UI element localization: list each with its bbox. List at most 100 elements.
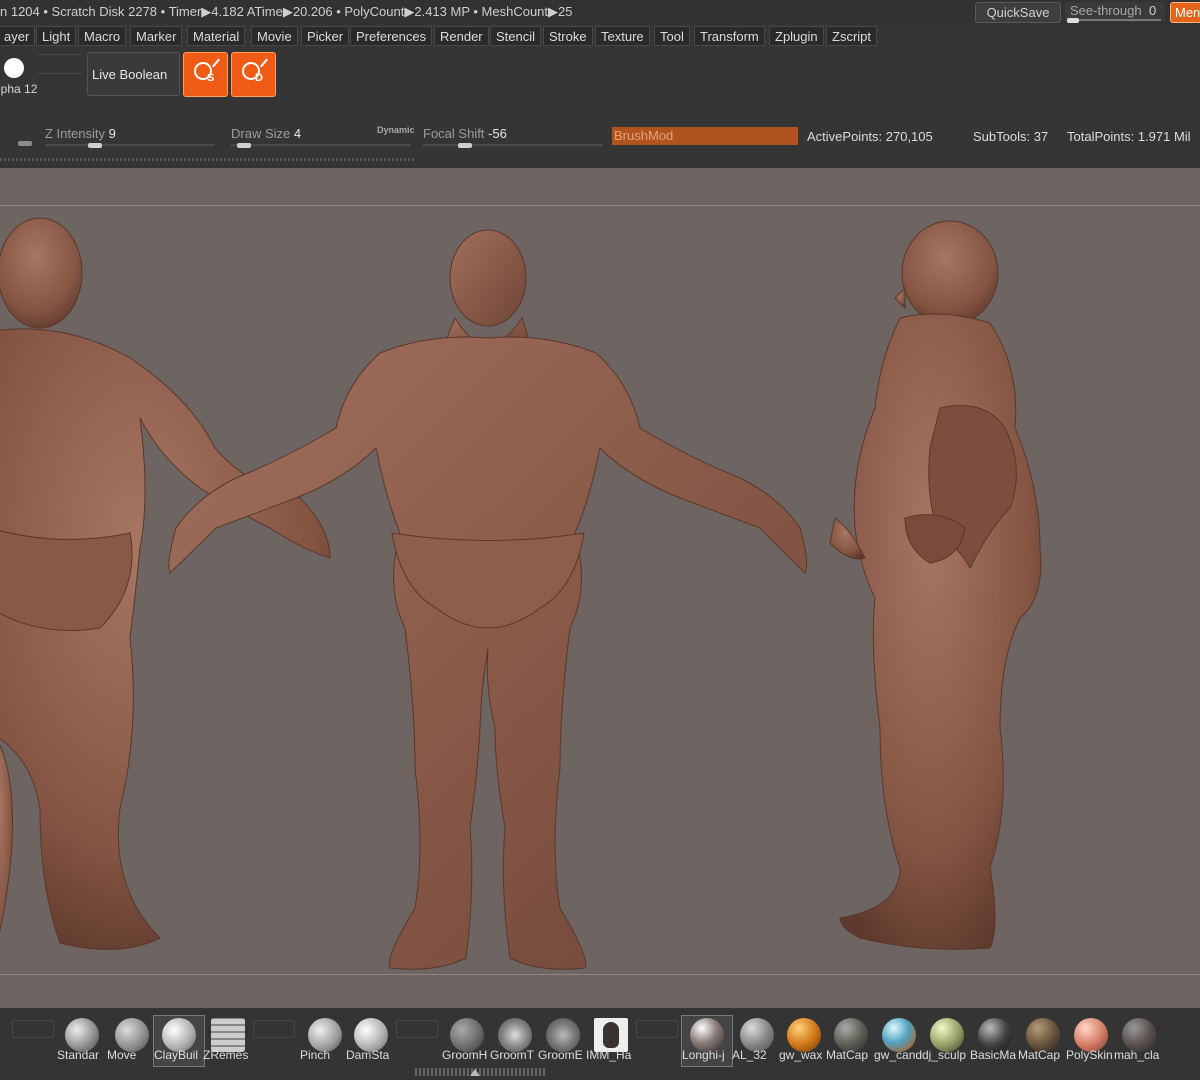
menu-marker[interactable]: Marker	[130, 26, 183, 46]
stroke-d-letter: D	[255, 72, 263, 84]
brushmod-slider[interactable]: BrushMod	[612, 127, 798, 145]
live-boolean-button[interactable]: Live Boolean	[87, 52, 180, 96]
material-matcap-brown-icon	[1026, 1018, 1060, 1052]
material-dj-sculpt-icon	[930, 1018, 964, 1052]
material-dj-sculpt[interactable]: dj_sculp	[922, 1016, 972, 1066]
material-mah-clay-icon	[1122, 1018, 1156, 1052]
figure-left	[0, 217, 331, 950]
material-matcap-gray-icon	[834, 1018, 868, 1052]
brush-claybuildup[interactable]: ClayBuil	[153, 1015, 205, 1067]
brush-standard-icon	[65, 1018, 99, 1052]
focal-shift-knob[interactable]	[458, 143, 472, 148]
z-intensity-label: Z Intensity 9	[45, 126, 116, 141]
brush-damstandard[interactable]: DamSta	[346, 1016, 396, 1066]
total-points-readout: TotalPoints: 1.971 Mil	[1067, 129, 1191, 144]
material-matcap-gray[interactable]: MatCap	[826, 1016, 876, 1066]
document-canvas[interactable]	[0, 168, 1200, 1008]
brush-imm-head[interactable]: IMM_Ha	[586, 1016, 636, 1066]
shelf-scrollbar[interactable]	[415, 1068, 545, 1076]
alpha-label: lpha 12	[0, 82, 38, 96]
brush-pinch[interactable]: Pinch	[300, 1016, 350, 1066]
brush-imm-head-label: IMM_Ha	[586, 1048, 632, 1062]
brush-move[interactable]: Move	[107, 1016, 157, 1066]
menu-preferences[interactable]: Preferences	[350, 26, 433, 46]
brush-damstandard-label: DamSta	[346, 1048, 390, 1062]
rgb-slider-knob[interactable]	[18, 141, 32, 146]
quicksave-button[interactable]: QuickSave	[975, 2, 1061, 23]
see-through-slider[interactable]: See-through 0	[1065, 2, 1165, 23]
stroke-s-letter: S	[207, 72, 215, 84]
menu-zplugin[interactable]: Zplugin	[769, 26, 824, 46]
shelf-slot	[12, 1020, 54, 1038]
sculpt-model-3d[interactable]	[0, 168, 1200, 1008]
z-intensity-track	[45, 144, 215, 146]
menu-zscript[interactable]: Zscript	[826, 26, 877, 46]
brush-groomhairball-icon	[450, 1018, 484, 1052]
stroke-d-button[interactable]: D	[231, 52, 276, 97]
status-info: n 1204 • Scratch Disk 2278 • Timer▶4.182…	[0, 4, 573, 19]
brush-groomhairball[interactable]: GroomH	[442, 1016, 492, 1066]
material-basicmaterial-icon	[978, 1018, 1012, 1052]
draw-size-label: Draw Size 4	[231, 126, 302, 141]
focal-shift-track	[423, 144, 603, 146]
material-longhi[interactable]: Longhi-j	[681, 1015, 733, 1067]
toolbar	[0, 48, 1200, 104]
menu-bar: ayer Light Macro Marker Material Movie P…	[0, 24, 1200, 48]
menu-render[interactable]: Render	[434, 26, 489, 46]
brush-standard-label: Standar	[57, 1048, 100, 1062]
material-al32-icon	[740, 1018, 774, 1052]
head-thumbnail	[603, 1022, 619, 1048]
menu-stencil[interactable]: Stencil	[490, 26, 542, 46]
material-polyskin[interactable]: PolySkin	[1066, 1016, 1116, 1066]
z-intensity-slider[interactable]: Z Intensity 9	[45, 126, 215, 148]
see-through-track	[1067, 18, 1161, 23]
brush-groomturbulence[interactable]: GroomT	[490, 1016, 540, 1066]
draw-size-value: 4	[293, 126, 302, 141]
brush-icon	[260, 58, 268, 68]
z-intensity-value: 9	[108, 126, 116, 141]
texture-slot[interactable]	[38, 54, 82, 74]
brush-standard[interactable]: Standar	[57, 1016, 107, 1066]
material-gw-candy[interactable]: gw_cand	[874, 1016, 924, 1066]
dynamic-toggle[interactable]: Dynamic	[377, 125, 415, 135]
menu-macro[interactable]: Macro	[78, 26, 127, 46]
menu-light[interactable]: Light	[36, 26, 77, 46]
menu-layer[interactable]: ayer	[0, 26, 36, 46]
menus-button[interactable]: Menus	[1170, 2, 1200, 23]
brush-groomturbulence-icon	[498, 1018, 532, 1052]
menu-texture[interactable]: Texture	[595, 26, 650, 46]
brush-icon	[212, 58, 220, 68]
brush-zremesher[interactable]: ZRemes	[203, 1016, 253, 1066]
focal-shift-slider[interactable]: Focal Shift -56	[423, 126, 603, 148]
chevron-up-icon[interactable]	[470, 1069, 480, 1076]
alpha-swatch[interactable]	[4, 58, 24, 78]
material-basicmaterial[interactable]: BasicMa	[970, 1016, 1020, 1066]
figure-center	[168, 229, 808, 970]
z-intensity-knob[interactable]	[88, 143, 102, 148]
material-gw-wax[interactable]: gw_wax	[779, 1016, 829, 1066]
material-gw-candy-icon	[882, 1018, 916, 1052]
brush-zremesher-label: ZRemes	[203, 1048, 249, 1062]
material-matcap-brown[interactable]: MatCap	[1018, 1016, 1068, 1066]
menu-material[interactable]: Material	[187, 26, 246, 46]
shelf-slot	[636, 1020, 678, 1038]
menu-transform[interactable]: Transform	[694, 26, 765, 46]
material-longhi-icon	[690, 1018, 724, 1052]
focal-shift-label: Focal Shift -56	[423, 126, 507, 141]
zremesher-cube-icon	[211, 1018, 245, 1052]
stroke-s-button[interactable]: S	[183, 52, 228, 97]
imm-head-icon	[594, 1018, 628, 1052]
menu-stroke[interactable]: Stroke	[543, 26, 593, 46]
menu-tool[interactable]: Tool	[654, 26, 690, 46]
material-al32[interactable]: AL_32	[732, 1016, 782, 1066]
material-polyskin-icon	[1074, 1018, 1108, 1052]
draw-size-knob[interactable]	[237, 143, 251, 148]
brush-groomer-icon	[546, 1018, 580, 1052]
brush-pinch-icon	[308, 1018, 342, 1052]
see-through-knob[interactable]	[1067, 18, 1079, 23]
menu-movie[interactable]: Movie	[251, 26, 298, 46]
brush-groomer[interactable]: GroomE	[538, 1016, 588, 1066]
material-mah-clay[interactable]: mah_cla	[1114, 1016, 1164, 1066]
menu-picker[interactable]: Picker	[301, 26, 350, 46]
material-gw-wax-icon	[787, 1018, 821, 1052]
